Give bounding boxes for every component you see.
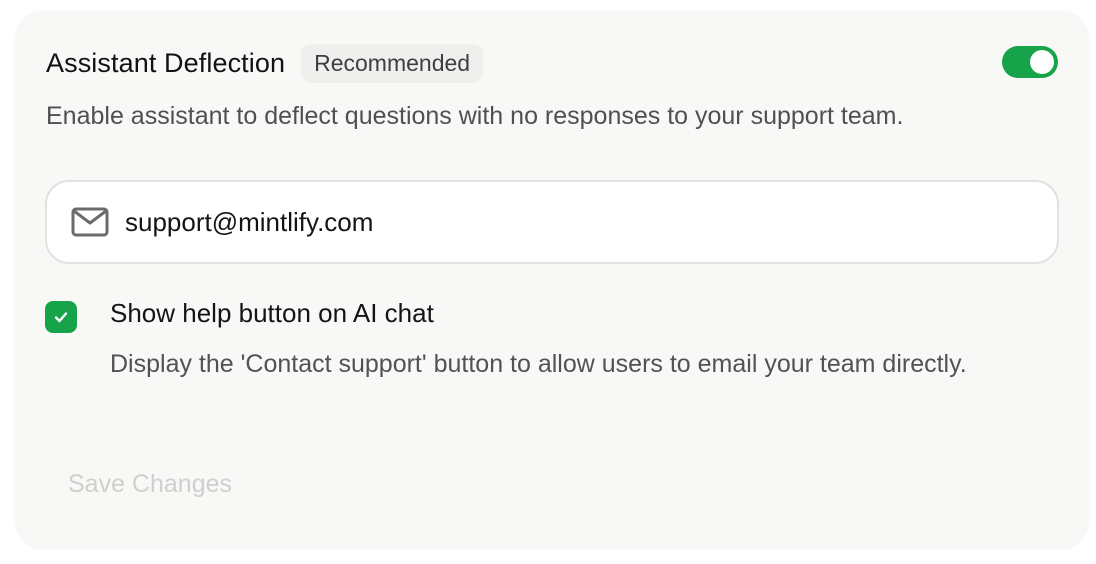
recommended-badge: Recommended xyxy=(301,43,484,83)
section-description: Enable assistant to deflect questions wi… xyxy=(46,102,904,130)
mail-icon xyxy=(71,207,109,237)
deflection-toggle[interactable] xyxy=(1002,46,1058,78)
section-header: Assistant Deflection Recommended xyxy=(46,43,484,83)
save-changes-button[interactable]: Save Changes xyxy=(68,470,232,499)
check-icon xyxy=(54,312,68,323)
deflection-settings-card: Assistant Deflection Recommended Enable … xyxy=(14,10,1090,550)
help-button-description: Display the 'Contact support' button to … xyxy=(110,350,967,378)
support-email-field[interactable] xyxy=(45,180,1059,264)
help-button-checkbox[interactable] xyxy=(45,301,77,333)
section-title: Assistant Deflection xyxy=(46,47,286,78)
toggle-knob xyxy=(1030,50,1054,74)
help-button-label: Show help button on AI chat xyxy=(110,298,434,328)
support-email-input[interactable] xyxy=(125,206,925,238)
